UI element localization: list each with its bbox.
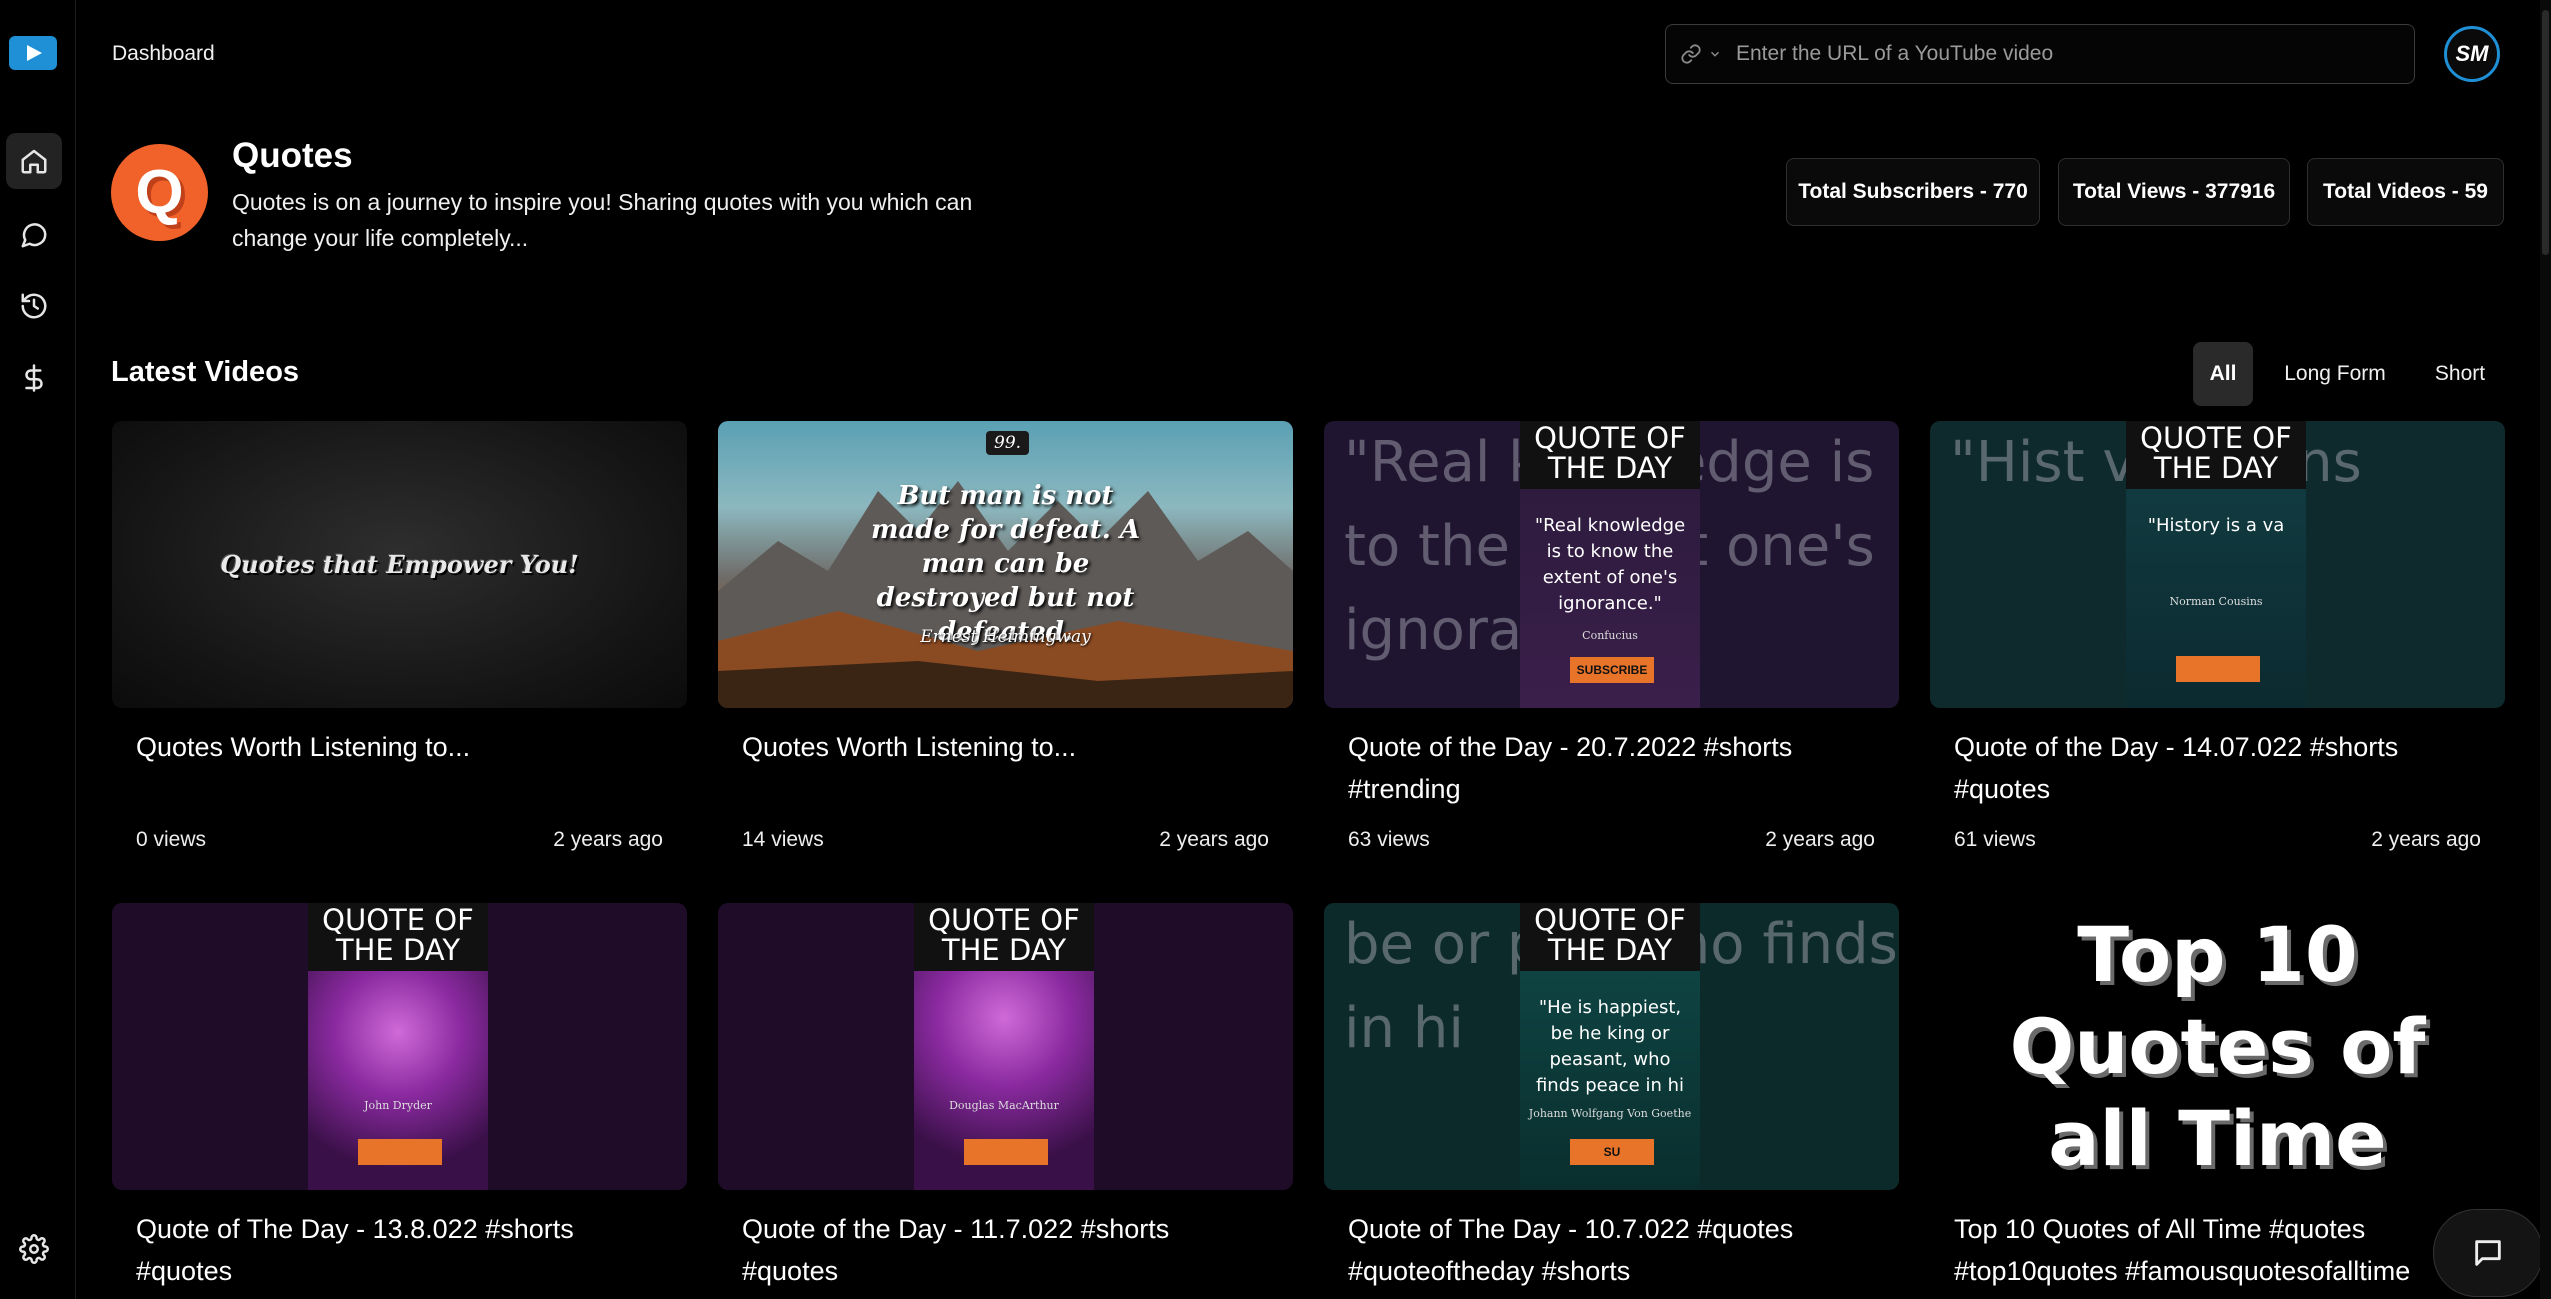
thumbnail-quote: But man is not made for defeat. A man ca…	[871, 481, 1140, 647]
video-thumbnail[interactable]: QUOTE OF THE DAY Douglas MacArthur	[718, 903, 1293, 1190]
video-thumbnail[interactable]: 99. But man is not made for defeat. A ma…	[718, 421, 1293, 708]
video-age: 2 years ago	[1765, 828, 1875, 851]
thumbnail-subscribe	[2176, 656, 2260, 682]
video-thumbnail[interactable]: Top 10 Quotes of all Time	[1930, 903, 2505, 1190]
video-card[interactable]: QUOTE OF THE DAY John Dryder Quote of Th…	[112, 903, 687, 1292]
video-card[interactable]: 99. But man is not made for defeat. A ma…	[718, 421, 1293, 852]
channel-logo-letter: Q	[135, 158, 184, 227]
thumbnail-subscribe	[964, 1139, 1048, 1165]
thumbnail-subscribe: SU	[1570, 1139, 1654, 1165]
scrollbar[interactable]	[2540, 0, 2551, 1299]
home-icon	[21, 149, 47, 174]
video-thumbnail[interactable]: be or pea who finds in hi QUOTE OF THE D…	[1324, 903, 1899, 1190]
video-card[interactable]: "Hist va No ins QUOTE OF THE DAY "Histor…	[1930, 421, 2505, 852]
video-views: 61 views	[1954, 828, 2036, 851]
sidebar	[0, 0, 76, 1299]
thumbnail-subscribe: SUBSCRIBE	[1570, 657, 1654, 683]
sidebar-item-home[interactable]	[6, 133, 62, 189]
thumbnail-text: Quotes that Empower You!	[220, 550, 579, 579]
thumbnail-header: QUOTE OF THE DAY	[1520, 421, 1700, 489]
sidebar-item-history[interactable]	[6, 278, 62, 334]
video-title[interactable]: Quote of The Day - 10.7.022 #quotes #quo…	[1348, 1208, 1875, 1292]
video-title[interactable]: Quotes Worth Listening to...	[742, 726, 1269, 810]
breadcrumb: Dashboard	[112, 42, 215, 65]
video-title[interactable]: Quote of the Day - 20.7.2022 #shorts #tr…	[1348, 726, 1875, 810]
video-title[interactable]: Quotes Worth Listening to...	[136, 726, 663, 810]
video-card[interactable]: be or pea who finds in hi QUOTE OF THE D…	[1324, 903, 1899, 1292]
thumbnail-author: Douglas MacArthur	[949, 1099, 1059, 1112]
chat-icon	[21, 223, 47, 248]
video-age: 2 years ago	[2371, 828, 2481, 851]
thumbnail-header: QUOTE OF THE DAY	[914, 903, 1094, 971]
stat-total-views: Total Views - 377916	[2058, 158, 2290, 226]
url-search-bar[interactable]	[1665, 24, 2415, 84]
chevron-down-icon[interactable]	[1708, 47, 1722, 61]
link-icon	[1680, 43, 1702, 65]
thumbnail-quote: "History is a va	[2147, 515, 2285, 536]
filter-long-form[interactable]: Long Form	[2270, 342, 2400, 406]
history-icon	[21, 293, 47, 319]
dollar-icon	[25, 364, 43, 392]
video-card[interactable]: Top 10 Quotes of all Time Top 10 Quotes …	[1930, 903, 2505, 1292]
video-title[interactable]: Quote of the Day - 14.07.022 #shorts #qu…	[1954, 726, 2481, 810]
message-square-icon	[2475, 1240, 2501, 1266]
video-age: 2 years ago	[1159, 828, 1269, 851]
video-title[interactable]: Quote of the Day - 11.7.022 #shorts #quo…	[742, 1208, 1269, 1292]
video-thumbnail[interactable]: Quotes that Empower You!	[112, 421, 687, 708]
thumbnail-quote: "He is happiest, be he king or peasant, …	[1535, 997, 1685, 1096]
avatar[interactable]: SM	[2444, 26, 2500, 82]
stat-total-videos: Total Videos - 59	[2307, 158, 2504, 226]
thumbnail-header: QUOTE OF THE DAY	[2126, 421, 2306, 489]
url-input[interactable]	[1734, 41, 2414, 67]
thumbnail-author: Confucius	[1582, 629, 1638, 642]
channel-logo: Q	[111, 144, 208, 241]
video-card[interactable]: QUOTE OF THE DAY Douglas MacArthur Quote…	[718, 903, 1293, 1292]
sidebar-item-settings[interactable]	[6, 1221, 62, 1277]
thumbnail-author: Ernest Heimingway	[920, 627, 1091, 647]
video-views: 63 views	[1348, 828, 1430, 851]
video-thumbnail[interactable]: QUOTE OF THE DAY John Dryder	[112, 903, 687, 1190]
thumbnail-header: QUOTE OF THE DAY	[308, 903, 488, 971]
section-title: Latest Videos	[111, 356, 300, 388]
video-card[interactable]: "Real knowledge is to the extent one's i…	[1324, 421, 1899, 852]
thumbnail-number: 99.	[986, 431, 1030, 455]
thumbnail-quote: "Real knowledge is to know the extent of…	[1534, 515, 1686, 614]
thumbnail-header: QUOTE OF THE DAY	[1520, 903, 1700, 971]
scrollbar-thumb[interactable]	[2542, 10, 2549, 255]
sidebar-item-earnings[interactable]	[6, 350, 62, 406]
thumbnail-author: Johann Wolfgang Von Goethe	[1528, 1107, 1692, 1120]
thumbnail-author: Norman Cousins	[2169, 595, 2263, 608]
thumbnail-subscribe	[358, 1139, 442, 1165]
chat-button[interactable]	[2433, 1209, 2543, 1297]
thumbnail-text: Top 10 Quotes of all Time	[2009, 909, 2426, 1183]
stat-total-subscribers: Total Subscribers - 770	[1786, 158, 2040, 226]
thumbnail-author: John Dryder	[364, 1099, 432, 1112]
video-thumbnail[interactable]: "Hist va No ins QUOTE OF THE DAY "Histor…	[1930, 421, 2505, 708]
video-title[interactable]: Quote of The Day - 13.8.022 #shorts #quo…	[136, 1208, 663, 1292]
filter-all[interactable]: All	[2193, 342, 2253, 406]
video-title[interactable]: Top 10 Quotes of All Time #quotes #top10…	[1954, 1208, 2425, 1292]
app-logo-icon[interactable]	[9, 36, 57, 70]
video-thumbnail[interactable]: "Real knowledge is to the extent one's i…	[1324, 421, 1899, 708]
video-age: 2 years ago	[553, 828, 663, 851]
video-views: 0 views	[136, 828, 207, 851]
video-card[interactable]: Quotes that Empower You! Quotes Worth Li…	[112, 421, 687, 852]
sidebar-item-chat[interactable]	[6, 207, 62, 263]
filter-short[interactable]: Short	[2422, 342, 2498, 406]
settings-icon	[19, 1234, 49, 1264]
channel-name: Quotes	[232, 136, 353, 175]
channel-description: Quotes is on a journey to inspire you! S…	[232, 189, 973, 251]
video-views: 14 views	[742, 828, 824, 851]
